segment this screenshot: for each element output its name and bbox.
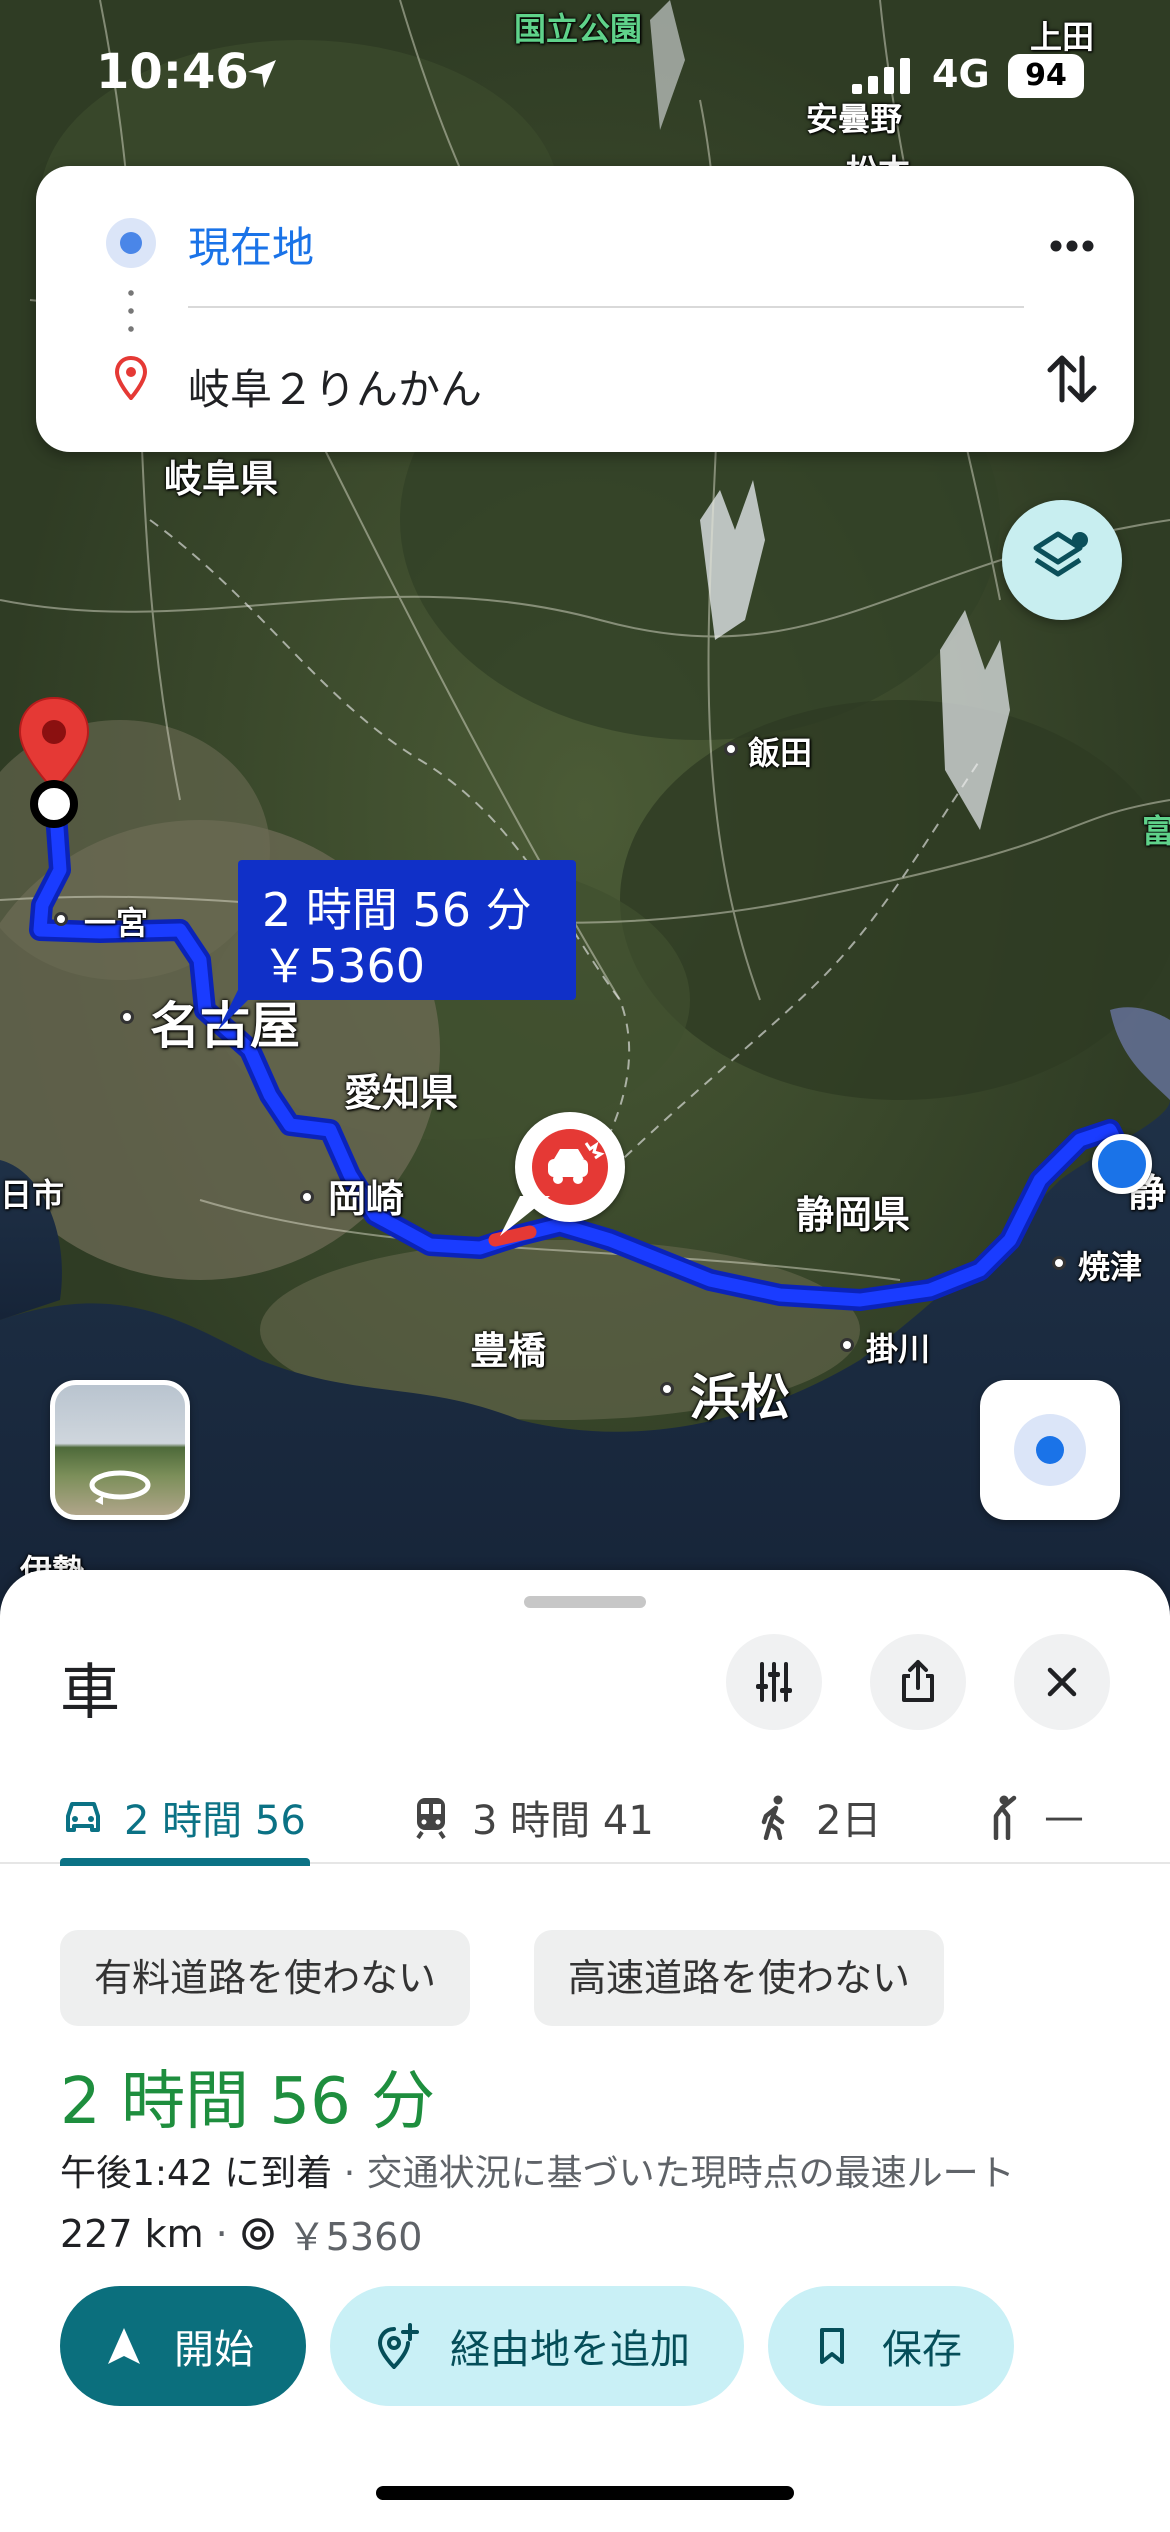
accident-icon — [532, 1129, 608, 1205]
route-note: · 交通状況に基づいた現時点の最速ルート — [343, 2153, 1015, 2194]
swap-icon[interactable] — [1036, 344, 1106, 414]
label-aichi-pref: 愛知県 — [344, 1071, 459, 1115]
city-dot — [660, 1382, 674, 1396]
tab-transit-label: 3 時間 41 — [472, 1798, 654, 1844]
car-icon — [66, 1802, 100, 1832]
tab-transit[interactable]: 3 時間 41 — [408, 1770, 654, 1864]
toll-icon — [241, 2217, 274, 2250]
avoid-tolls-chip[interactable]: 有料道路を使わない — [60, 1930, 471, 2026]
label-toyohashi: 豊橋 — [470, 1329, 547, 1373]
travel-mode-title: 車 — [60, 1658, 120, 1728]
map-view[interactable]: 国立公園 上田 安曇野 松本 岐阜県 飯田 富 一宮 名古屋 愛知県 日市 岡崎… — [0, 0, 1170, 1620]
route-options-button[interactable] — [726, 1634, 822, 1730]
tab-ride[interactable]: — — [980, 1770, 1084, 1864]
walk-icon — [761, 1795, 785, 1840]
label-fuji: 富 — [1142, 812, 1170, 850]
city-dot — [54, 912, 68, 926]
destination-pin-small-icon — [114, 356, 148, 400]
tab-walk-label: 2日 — [816, 1798, 882, 1844]
bookmark-icon — [820, 2328, 844, 2364]
label-yaizu: 焼津 — [1078, 1248, 1143, 1286]
save-button[interactable]: 保存 — [768, 2286, 1014, 2406]
status-time: 10:46 — [96, 44, 249, 100]
origin-dot-icon — [106, 218, 156, 268]
label-kasugai: 日市 — [0, 1176, 65, 1214]
train-icon — [416, 1798, 446, 1840]
close-button[interactable] — [1014, 1634, 1110, 1730]
city-dot — [300, 1190, 314, 1204]
my-location-icon — [1014, 1414, 1086, 1486]
field-divider — [188, 306, 1024, 308]
close-icon — [1047, 1667, 1077, 1697]
add-location-icon — [377, 2323, 419, 2369]
label-iida: 飯田 — [748, 734, 813, 772]
origin-field[interactable]: 現在地 — [188, 214, 314, 275]
label-ichinomiya: 一宮 — [84, 904, 149, 942]
sheet-drag-handle[interactable] — [524, 1596, 646, 1608]
label-gifu-pref: 岐阜県 — [164, 457, 279, 501]
arrival-info: 午後1:42 に到着 · 交通状況に基づいた現時点の最速ルート — [60, 2144, 1015, 2196]
avoid-highways-chip[interactable]: 高速道路を使わない — [534, 1930, 945, 2026]
ride-hail-icon — [993, 1795, 1017, 1840]
cellular-signal-icon — [852, 58, 910, 94]
navigation-arrow-icon — [108, 2328, 140, 2364]
label-okazaki: 岡崎 — [328, 1177, 405, 1221]
label-hamamatsu: 浜松 — [690, 1369, 790, 1427]
current-location-dot — [1092, 1134, 1152, 1194]
start-button[interactable]: 開始 — [60, 2286, 306, 2406]
tab-walk[interactable]: 2日 — [752, 1770, 881, 1864]
route-duration: 2 時間 56 分 — [60, 2065, 436, 2139]
battery-indicator: 94 — [1008, 54, 1084, 98]
travel-mode-tabs: 2 時間 56 3 時間 41 2日 — — [0, 1770, 1170, 1866]
start-label: 開始 — [174, 2327, 254, 2373]
separator-dot: · — [215, 2211, 228, 2256]
label-shizuoka-pref: 静岡県 — [796, 1193, 911, 1237]
home-indicator[interactable] — [376, 2486, 794, 2500]
network-type: 4G — [932, 52, 990, 96]
tab-ride-label: — — [1044, 1794, 1084, 1840]
location-arrow-icon — [248, 60, 276, 88]
label-kakegawa: 掛川 — [866, 1330, 931, 1368]
route-info-bubble[interactable]: 2 時間 56 分 ￥5360 — [238, 860, 576, 1000]
city-dot — [120, 1010, 134, 1024]
bubble-toll: ￥5360 — [262, 939, 426, 993]
street-view-thumbnail[interactable] — [50, 1380, 190, 1520]
destination-field[interactable]: 岐阜２りんかん — [188, 356, 482, 417]
route-search-card: 現在地 岐阜２りんかん — [36, 166, 1134, 452]
add-waypoint-button[interactable]: 経由地を追加 — [330, 2286, 744, 2406]
status-bar: 10:46 4G 94 — [0, 0, 1170, 140]
toll-price: ￥5360 — [287, 2215, 423, 2259]
city-dot — [840, 1338, 854, 1352]
rotate-360-icon — [89, 1470, 151, 1505]
share-button[interactable] — [870, 1634, 966, 1730]
share-icon — [902, 1660, 934, 1702]
bubble-pointer — [218, 990, 258, 1030]
tab-drive[interactable]: 2 時間 56 — [60, 1770, 306, 1864]
layers-button[interactable] — [1002, 500, 1122, 620]
active-tab-indicator — [60, 1858, 310, 1866]
city-dot — [724, 742, 738, 756]
save-label: 保存 — [882, 2327, 962, 2373]
distance-info: 227 km · ￥5360 — [60, 2206, 422, 2261]
layers-icon — [1033, 531, 1088, 577]
my-location-button[interactable] — [980, 1380, 1120, 1520]
tab-drive-label: 2 時間 56 — [124, 1798, 306, 1844]
route-dots — [128, 284, 134, 340]
route-distance: 227 km — [60, 2211, 204, 2256]
destination-pin-icon[interactable] — [14, 694, 94, 834]
directions-sheet: 車 2 時間 56 3 時間 41 2日 — 有料道路を使わない 高速道路を使わ… — [0, 1570, 1170, 2532]
city-dot — [1052, 1256, 1066, 1270]
more-options-icon[interactable] — [1036, 216, 1106, 276]
arrival-time: 午後1:42 に到着 — [60, 2153, 333, 2194]
incident-pointer — [500, 1196, 550, 1236]
sliders-icon — [756, 1662, 792, 1702]
add-waypoint-label: 経由地を追加 — [450, 2327, 690, 2373]
